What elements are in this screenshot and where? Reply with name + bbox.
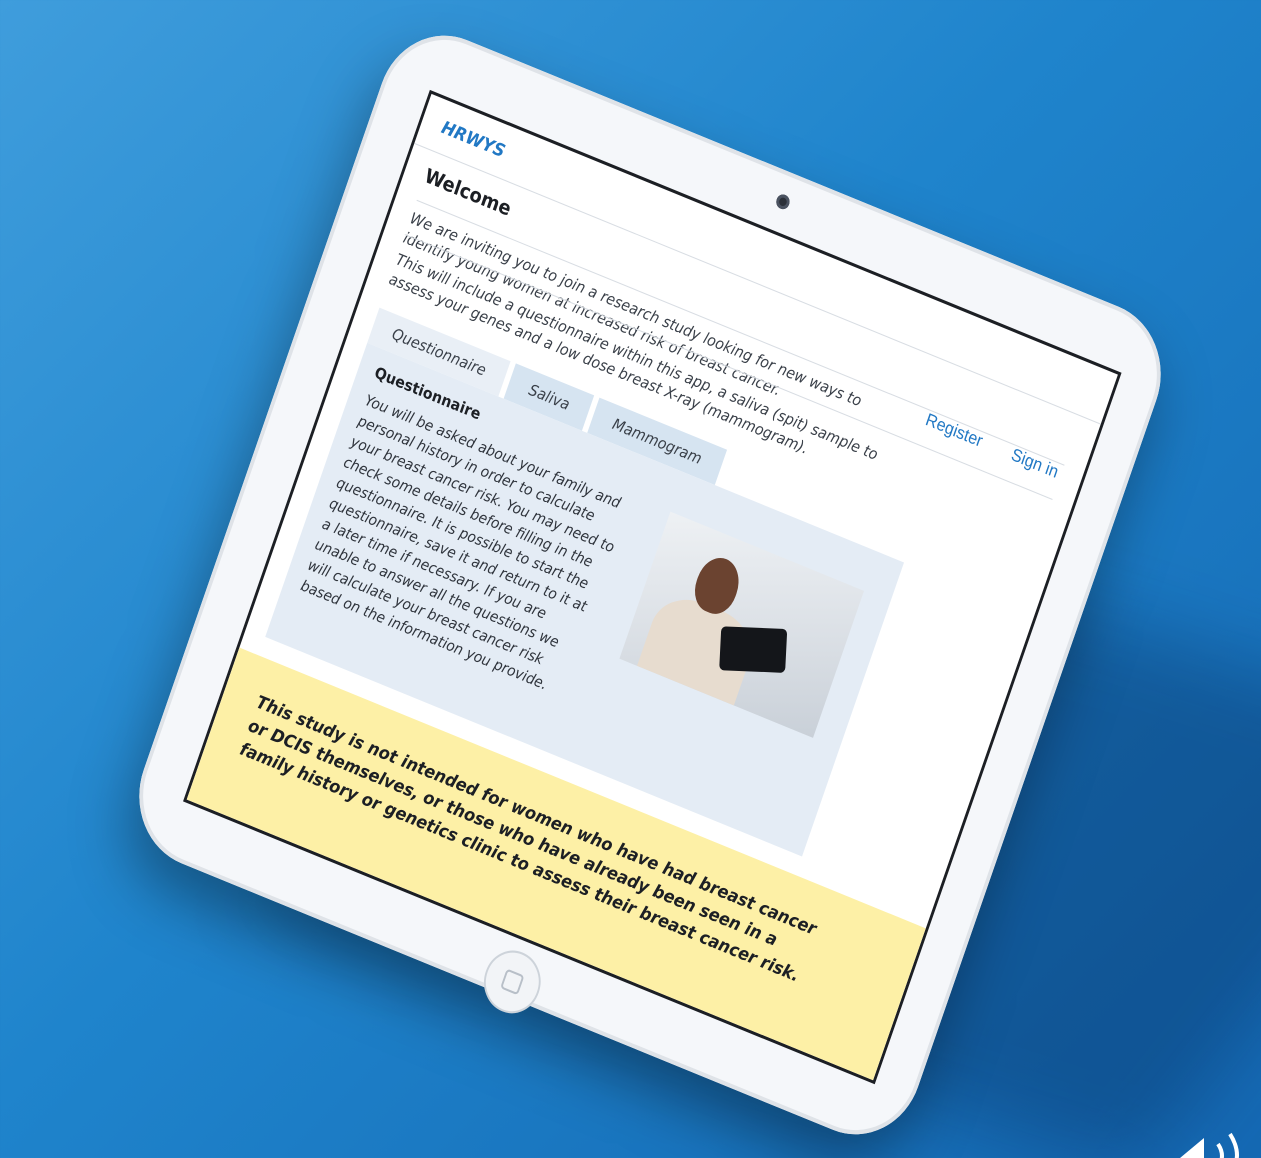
panel-text: You will be asked about your family and … <box>298 392 623 694</box>
speaker-wave-small <box>1216 1142 1224 1158</box>
signin-link[interactable]: Sign in <box>1008 445 1061 483</box>
auth-nav: Register Sign in <box>923 410 1061 483</box>
home-button-square <box>500 968 525 996</box>
speaker-wave-large <box>1228 1132 1239 1158</box>
home-button-icon[interactable] <box>475 941 549 1023</box>
brand-logo: HRWYS <box>438 117 508 163</box>
speaker-icon[interactable] <box>1160 1118 1261 1158</box>
speaker-body <box>1160 1138 1204 1158</box>
camera-icon <box>774 192 792 212</box>
register-link[interactable]: Register <box>923 410 985 452</box>
page-title: Welcome <box>421 164 515 221</box>
photo-device <box>719 626 788 673</box>
woman-using-tablet-photo <box>619 511 865 738</box>
